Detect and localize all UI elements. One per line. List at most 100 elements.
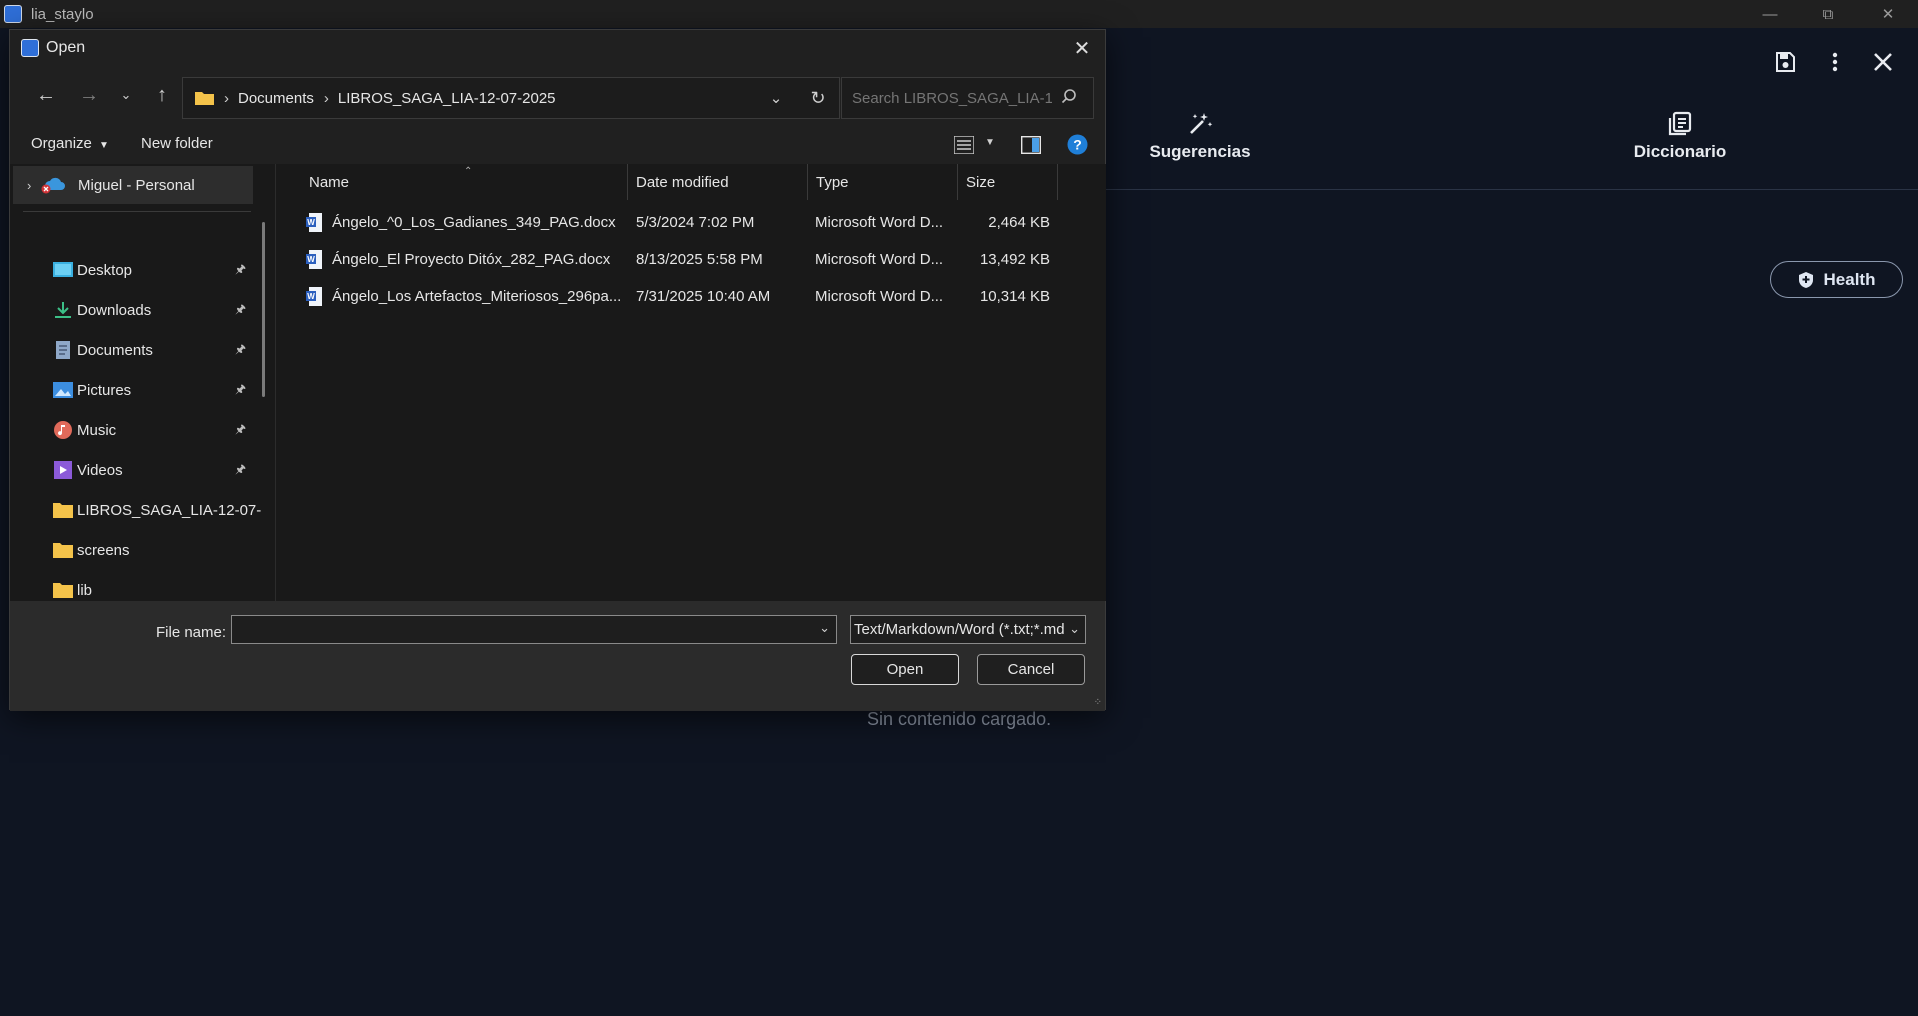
- recent-locations-chevron-icon[interactable]: ⌄: [108, 80, 144, 110]
- refresh-icon[interactable]: ↻: [797, 88, 839, 109]
- tab-diccionario[interactable]: Diccionario: [1600, 110, 1760, 162]
- organize-button[interactable]: Organize ▼: [31, 135, 109, 152]
- pin-icon[interactable]: 🖈: [235, 340, 246, 361]
- sidebar-scrollbar[interactable]: [262, 222, 265, 397]
- breadcrumb-current-folder[interactable]: LIBROS_SAGA_LIA-12-07-2025: [338, 90, 556, 107]
- dialog-app-icon: [21, 39, 39, 57]
- restore-icon[interactable]: ⧉: [1800, 0, 1856, 28]
- health-button[interactable]: Health: [1770, 261, 1903, 298]
- search-icon[interactable]: [1061, 88, 1077, 104]
- column-header-size[interactable]: Size: [958, 164, 1058, 200]
- file-row[interactable]: W Ángelo_El Proyecto Ditóx_282_PAG.docx …: [276, 241, 1106, 278]
- app-title: lia_staylo: [31, 5, 94, 23]
- sidebar-account-label: Miguel - Personal: [78, 176, 195, 194]
- organize-label: Organize: [31, 135, 92, 152]
- breadcrumb-separator: ›: [323, 89, 329, 107]
- document-icon: [56, 341, 70, 359]
- library-icon: [1668, 111, 1692, 136]
- file-name-input[interactable]: [232, 616, 806, 645]
- video-icon: [54, 461, 72, 479]
- pin-icon[interactable]: 🖈: [235, 260, 246, 281]
- address-bar[interactable]: › Documents › LIBROS_SAGA_LIA-12-07-2025…: [182, 77, 840, 119]
- help-icon[interactable]: ?: [1067, 134, 1088, 155]
- pin-icon[interactable]: 🖈: [235, 420, 246, 441]
- sidebar-item-folder[interactable]: lib: [10, 571, 250, 601]
- save-icon[interactable]: [1773, 50, 1797, 74]
- column-header-name[interactable]: Name ⌃: [276, 164, 628, 200]
- up-arrow-icon[interactable]: ↑: [144, 80, 180, 110]
- breadcrumb-separator: ›: [224, 89, 229, 107]
- back-arrow-icon[interactable]: ←: [28, 80, 64, 110]
- file-name-field[interactable]: ⌄: [231, 615, 837, 645]
- sidebar-item-downloads[interactable]: Downloads 🖈: [10, 291, 250, 329]
- column-header-date[interactable]: Date modified: [628, 164, 808, 200]
- file-size: 2,464 KB: [988, 214, 1050, 231]
- resize-grip-icon[interactable]: ⁘: [1094, 697, 1102, 708]
- file-date: 5/3/2024 7:02 PM: [636, 214, 755, 231]
- file-size: 13,492 KB: [979, 251, 1050, 268]
- health-label: Health: [1823, 269, 1876, 289]
- folder-icon: [195, 92, 214, 105]
- preview-pane-icon[interactable]: [1021, 136, 1041, 154]
- word-document-icon: W: [306, 287, 322, 306]
- sidebar-item-videos[interactable]: Videos 🖈: [10, 451, 250, 489]
- organize-dropdown-icon: ▼: [99, 140, 109, 151]
- file-name: Ángelo_Los Artefactos_Miteriosos_296pa..…: [332, 288, 622, 305]
- address-actions: ⌄ ↻: [755, 78, 839, 118]
- navigation-pane: › Miguel - Personal Desktop 🖈 Downloads …: [10, 164, 274, 601]
- sidebar-item-label: screens: [77, 541, 130, 559]
- sidebar-item-desktop[interactable]: Desktop 🖈: [10, 251, 250, 289]
- shield-icon: [1798, 271, 1813, 288]
- sidebar-item-music[interactable]: Music 🖈: [10, 411, 250, 449]
- view-dropdown-icon[interactable]: ▼: [985, 137, 995, 148]
- close-icon[interactable]: [1872, 51, 1894, 73]
- open-button[interactable]: Open: [851, 654, 959, 685]
- column-header-type[interactable]: Type: [808, 164, 958, 200]
- file-name-dropdown-icon[interactable]: ⌄: [819, 620, 830, 636]
- filter-dropdown-icon: ⌄: [1069, 621, 1080, 636]
- search-input[interactable]: [850, 88, 1054, 108]
- sidebar-item-folder[interactable]: screens: [10, 531, 250, 569]
- svg-text:?: ?: [1073, 137, 1082, 153]
- folder-icon: [53, 583, 73, 598]
- view-options-icon[interactable]: [954, 136, 974, 154]
- file-row[interactable]: W Ángelo_Los Artefactos_Miteriosos_296pa…: [276, 278, 1106, 315]
- tab-diccionario-label: Diccionario: [1633, 142, 1727, 161]
- magic-wand-icon: [1190, 113, 1213, 134]
- search-box[interactable]: [841, 77, 1094, 119]
- sidebar-item-label: LIBROS_SAGA_LIA-12-07-2: [77, 501, 262, 519]
- word-document-icon: W: [306, 213, 322, 232]
- file-date: 8/13/2025 5:58 PM: [636, 251, 763, 268]
- breadcrumb-documents[interactable]: Documents: [238, 90, 314, 107]
- sidebar-item-documents[interactable]: Documents 🖈: [10, 331, 250, 369]
- svg-text:W: W: [307, 292, 315, 301]
- file-type-filter-value: Text/Markdown/Word (*.txt;*.md: [854, 621, 1065, 638]
- sidebar-item-folder[interactable]: LIBROS_SAGA_LIA-12-07-2: [10, 491, 262, 529]
- file-type-filter[interactable]: Text/Markdown/Word (*.txt;*.md ⌄: [850, 615, 1086, 644]
- tab-divider: [1100, 189, 1918, 190]
- dialog-close-icon[interactable]: ✕: [1059, 30, 1105, 66]
- tab-sugerencias[interactable]: Sugerencias: [1120, 110, 1280, 162]
- pin-icon[interactable]: 🖈: [235, 460, 246, 481]
- sidebar-item-onedrive[interactable]: › Miguel - Personal: [13, 166, 253, 204]
- cancel-button[interactable]: Cancel: [977, 654, 1085, 685]
- window-close-icon[interactable]: ✕: [1860, 0, 1916, 28]
- navigation-bar: ← → ⌄ ↑ › Documents › LIBROS_SAGA_LIA-12…: [10, 66, 1105, 124]
- more-options-icon[interactable]: [1823, 50, 1847, 74]
- minimize-icon[interactable]: —: [1742, 0, 1798, 28]
- pin-icon[interactable]: 🖈: [235, 300, 246, 321]
- sidebar-divider: [23, 211, 251, 212]
- download-icon: [55, 302, 71, 318]
- file-date: 7/31/2025 10:40 AM: [636, 288, 771, 305]
- file-row[interactable]: W Ángelo_^0_Los_Gadianes_349_PAG.docx 5/…: [276, 204, 1106, 241]
- address-dropdown-icon[interactable]: ⌄: [755, 89, 797, 107]
- column-type-label: Type: [816, 173, 849, 191]
- expand-chevron-icon[interactable]: ›: [27, 178, 31, 193]
- sidebar-item-pictures[interactable]: Pictures 🖈: [10, 371, 250, 409]
- new-folder-button[interactable]: New folder: [141, 135, 213, 152]
- file-type: Microsoft Word D...: [815, 214, 944, 231]
- pin-icon[interactable]: 🖈: [235, 380, 246, 401]
- svg-text:W: W: [307, 255, 315, 264]
- empty-message: Sin contenido cargado.: [867, 709, 1052, 729]
- forward-arrow-icon[interactable]: →: [71, 80, 107, 110]
